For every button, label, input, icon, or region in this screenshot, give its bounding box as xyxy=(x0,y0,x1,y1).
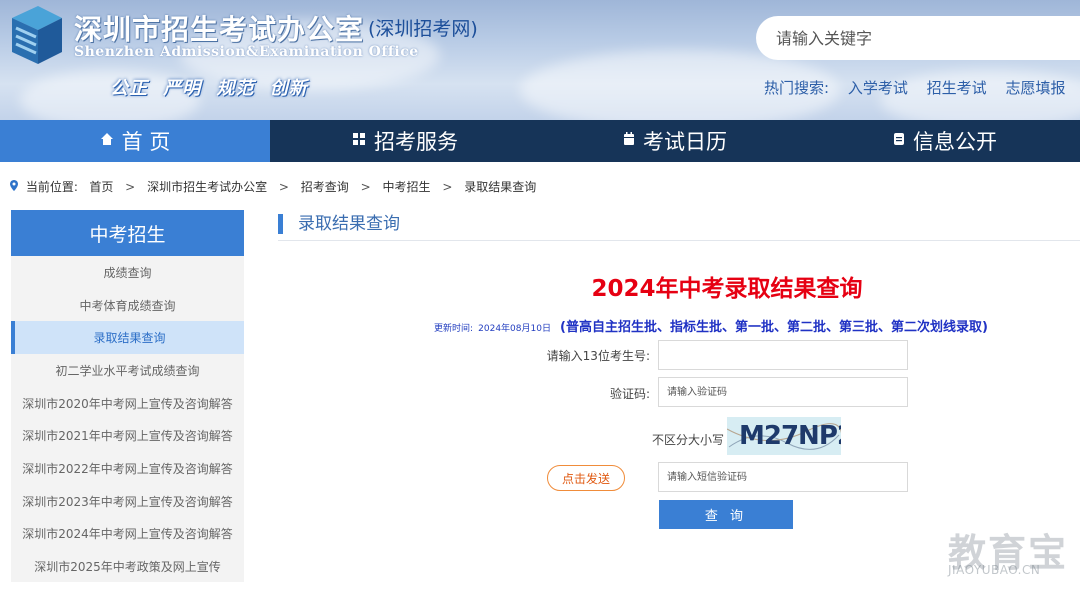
send-sms-button[interactable]: 点击发送 xyxy=(547,465,625,491)
sidebar-item[interactable]: 深圳市2024年中考网上宣传及咨询解答 xyxy=(11,518,244,551)
section-title: 录取结果查询 xyxy=(278,214,400,234)
main-nav: 首 页 招考服务 考试日历 信息公开 xyxy=(0,120,1080,162)
hot-search-link[interactable]: 入学考试 xyxy=(848,79,908,97)
site-subtitle: (深圳招考网) xyxy=(368,18,478,40)
sidebar-item[interactable]: 中考体育成绩查询 xyxy=(11,289,244,322)
sidebar-item[interactable]: 深圳市2021年中考网上宣传及咨询解答 xyxy=(11,419,244,452)
update-prefix: 更新时间: xyxy=(434,324,474,334)
captcha-label: 验证码: xyxy=(609,387,650,401)
exam-no-label: 请输入13位考生号: xyxy=(546,349,650,363)
breadcrumb-link[interactable]: 招考查询 xyxy=(301,180,349,194)
site-header: 深圳市招生考试办公室 (深圳招考网) Shenzhen Admission&Ex… xyxy=(0,0,1080,120)
breadcrumb: 当前位置: 首页 > 深圳市招生考试办公室 > 招考查询 > 中考招生 > 录取… xyxy=(10,178,536,195)
hot-search: 热门搜索: 入学考试 招生考试 志愿填报 xyxy=(764,77,1079,98)
site-english-name: Shenzhen Admission&Examination Office xyxy=(74,44,419,60)
site-logo-icon xyxy=(12,6,62,64)
sms-code-input[interactable] xyxy=(659,463,907,491)
breadcrumb-separator: > xyxy=(278,180,289,194)
nav-item-label: 信息公开 xyxy=(913,130,997,154)
breadcrumb-link[interactable]: 首页 xyxy=(89,180,113,194)
nav-item-services[interactable]: 招考服务 xyxy=(270,120,540,162)
breadcrumb-separator: > xyxy=(442,180,453,194)
sidebar-title: 中考招生 xyxy=(11,210,244,256)
query-title: 2024年中考录取结果查询 xyxy=(591,276,863,302)
location-pin-icon xyxy=(10,180,22,194)
document-icon xyxy=(893,132,905,150)
update-date: 2024年08月10日 xyxy=(478,324,551,334)
hot-search-link[interactable]: 志愿填报 xyxy=(1005,79,1065,97)
home-icon xyxy=(100,132,114,150)
watermark-url: JIAOYUBAO.CN xyxy=(948,563,1041,577)
calendar-icon xyxy=(623,132,635,150)
sidebar-item[interactable]: 初二学业水平考试成绩查询 xyxy=(11,354,244,387)
nav-item-label: 招考服务 xyxy=(374,130,458,154)
sidebar-item[interactable]: 深圳市2023年中考网上宣传及咨询解答 xyxy=(11,485,244,518)
sidebar-item[interactable]: 成绩查询 xyxy=(11,256,244,289)
hot-search-link[interactable]: 招生考试 xyxy=(927,79,987,97)
breadcrumb-current: 录取结果查询 xyxy=(464,180,537,194)
search-input[interactable] xyxy=(756,16,1080,60)
divider xyxy=(278,240,1080,241)
sidebar: 中考招生 成绩查询 中考体育成绩查询 录取结果查询 初二学业水平考试成绩查询 深… xyxy=(11,210,244,582)
captcha-field-box xyxy=(658,377,908,407)
sms-field-box xyxy=(658,462,908,492)
nav-item-label: 考试日历 xyxy=(643,130,727,154)
breadcrumb-link[interactable]: 深圳市招生考试办公室 xyxy=(147,180,267,194)
slogan: 公正 严明 规范 创新 xyxy=(110,78,308,99)
sidebar-item[interactable]: 深圳市2020年中考网上宣传及咨询解答 xyxy=(11,387,244,420)
query-button[interactable]: 查 询 xyxy=(659,500,793,529)
site-title: 深圳市招生考试办公室 xyxy=(74,13,365,46)
sidebar-item[interactable]: 深圳市2025年中考政策及网上宣传 xyxy=(11,550,244,583)
breadcrumb-link[interactable]: 中考招生 xyxy=(383,180,431,194)
nav-item-home[interactable]: 首 页 xyxy=(0,120,270,162)
search-box xyxy=(756,16,1080,60)
update-note: (普高自主招生批、指标生批、第一批、第二批、第三批、第二次划线录取) xyxy=(560,320,988,335)
exam-no-field-box xyxy=(658,340,908,370)
captcha-hint: 不区分大小写 xyxy=(651,433,724,447)
breadcrumb-label: 当前位置: xyxy=(25,180,78,194)
breadcrumb-separator: > xyxy=(125,180,136,194)
nav-item-label: 首 页 xyxy=(121,130,171,154)
hot-search-label: 热门搜索: xyxy=(764,79,830,97)
nav-item-info[interactable]: 信息公开 xyxy=(810,120,1080,162)
captcha-image[interactable]: M27NP2 xyxy=(727,417,841,455)
sidebar-item-active[interactable]: 录取结果查询 xyxy=(11,321,244,355)
nav-item-calendar[interactable]: 考试日历 xyxy=(540,120,810,162)
breadcrumb-separator: > xyxy=(360,180,371,194)
update-info: 更新时间: 2024年08月10日 (普高自主招生批、指标生批、第一批、第二批、… xyxy=(434,316,988,335)
grid-icon xyxy=(352,132,366,150)
captcha-text: M27NP2 xyxy=(739,421,841,451)
captcha-input[interactable] xyxy=(659,378,907,406)
sidebar-item[interactable]: 深圳市2022年中考网上宣传及咨询解答 xyxy=(11,452,244,485)
exam-no-input[interactable] xyxy=(659,341,907,369)
